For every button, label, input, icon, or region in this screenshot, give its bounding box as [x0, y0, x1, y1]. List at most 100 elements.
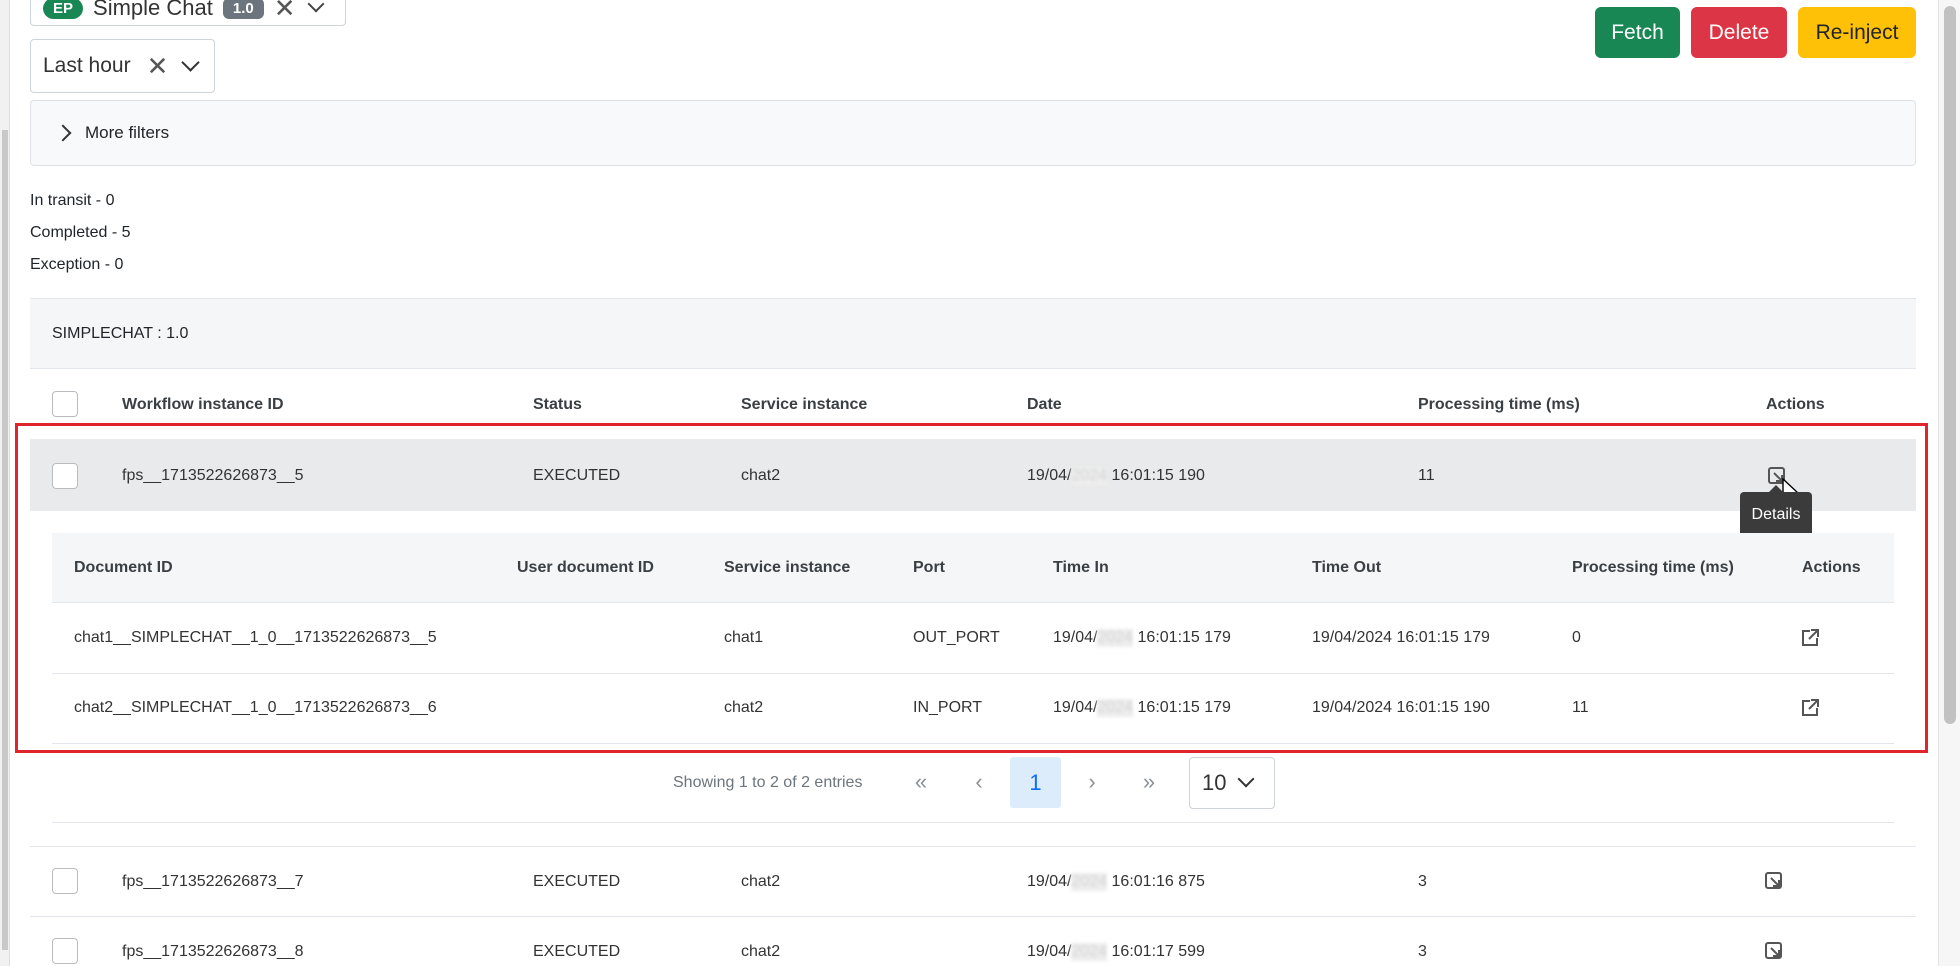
time-in-year-redacted: 2024: [1097, 699, 1134, 717]
row-date-year-redacted: 2024: [1071, 943, 1108, 961]
page-scroll-edge: [0, 0, 10, 966]
details-icon[interactable]: [1764, 871, 1784, 891]
workflow-instance-id: fps__1713522626873__7: [122, 873, 304, 890]
table-row[interactable]: [30, 439, 1916, 511]
row-processing-time: 3: [1418, 873, 1427, 890]
row-date-prefix: 19/04/: [1027, 943, 1072, 960]
row-date: 19/04/2024 16:01:15 190: [1027, 467, 1205, 485]
workflow-name: Simple Chat: [93, 0, 213, 20]
vertical-scrollbar-thumb[interactable]: [1944, 6, 1956, 724]
workflow-version-badge: 1.0: [222, 0, 264, 19]
workflow-instance-id: fps__1713522626873__5: [122, 467, 304, 484]
row-processing-time: 3: [1418, 943, 1427, 960]
doc-col-service-instance[interactable]: Service instance: [724, 559, 850, 577]
row-date-suffix: 16:01:16 875: [1107, 873, 1205, 890]
external-link-icon[interactable]: [1800, 698, 1820, 718]
doc-col-port[interactable]: Port: [913, 559, 945, 577]
doc-col-time-out[interactable]: Time Out: [1312, 559, 1381, 577]
doc-col-document-id[interactable]: Document ID: [74, 559, 173, 577]
doc-col-actions: Actions: [1802, 559, 1861, 576]
col-status[interactable]: Status: [533, 396, 582, 414]
row-date: 19/04/2024 16:01:17 599: [1027, 943, 1205, 961]
external-link-icon[interactable]: [1800, 628, 1820, 648]
row-date-year-redacted: 2024: [1071, 873, 1108, 891]
col-processing-time[interactable]: Processing time (ms): [1418, 396, 1580, 414]
document-processing-time: 0: [1572, 629, 1581, 646]
more-filters-toggle[interactable]: More filters: [30, 100, 1916, 166]
chevron-down-icon: [1237, 770, 1255, 788]
doc-col-user-document-id[interactable]: User document ID: [517, 559, 654, 577]
time-in-year-redacted: 2024: [1097, 629, 1134, 647]
select-all-checkbox[interactable]: [52, 391, 78, 417]
row-status: EXECUTED: [533, 943, 621, 960]
row-service-instance: chat2: [741, 943, 781, 960]
row-processing-time: 11: [1418, 467, 1435, 484]
details-icon[interactable]: [1764, 941, 1784, 961]
chevron-down-icon[interactable]: [307, 0, 325, 13]
document-time-in: 19/04/2024 16:01:15 179: [1053, 629, 1231, 647]
document-id: chat1__SIMPLECHAT__1_0__1713522626873__5: [74, 629, 437, 646]
next-page-button[interactable]: ›: [1077, 768, 1107, 796]
document-port: IN_PORT: [913, 699, 983, 716]
document-service-instance: chat1: [724, 629, 764, 646]
row-date-suffix: 16:01:17 599: [1107, 943, 1205, 960]
document-time-in: 19/04/2024 16:01:15 179: [1053, 699, 1231, 717]
divider: [30, 916, 1916, 917]
document-service-instance: chat2: [724, 699, 764, 716]
clear-workflow-icon[interactable]: ✕: [274, 0, 296, 24]
document-time-out: 19/04/2024 16:01:15 179: [1312, 629, 1490, 646]
fetch-button[interactable]: Fetch: [1595, 7, 1680, 58]
more-filters-label: More filters: [85, 123, 170, 142]
row-date-year-redacted: 2024: [1071, 467, 1108, 485]
row-date-prefix: 19/04/: [1027, 467, 1072, 484]
stat-completed: Completed - 5: [30, 224, 131, 241]
doc-col-processing-time[interactable]: Processing time (ms): [1572, 559, 1734, 577]
chevron-down-icon[interactable]: [181, 52, 201, 72]
workflow-instance-id: fps__1713522626873__8: [122, 943, 304, 960]
delete-button[interactable]: Delete: [1691, 7, 1787, 58]
row-service-instance: chat2: [741, 467, 781, 484]
col-actions: Actions: [1766, 396, 1825, 413]
workflow-badge: EP: [43, 0, 84, 19]
time-range-filter[interactable]: Last hour ✕: [30, 39, 215, 93]
first-page-button[interactable]: «: [906, 768, 936, 796]
stat-in-transit: In transit - 0: [30, 192, 115, 209]
time-in-prefix: 19/04/: [1053, 699, 1098, 716]
divider: [30, 846, 1916, 847]
row-checkbox[interactable]: [52, 868, 78, 894]
divider: [52, 822, 1894, 823]
row-checkbox[interactable]: [52, 938, 78, 964]
document-port: OUT_PORT: [913, 629, 1000, 646]
col-date[interactable]: Date: [1027, 396, 1062, 414]
vertical-scrollbar[interactable]: [1938, 0, 1960, 966]
clear-time-range-icon[interactable]: ✕: [147, 51, 169, 82]
time-in-suffix: 16:01:15 179: [1133, 699, 1231, 716]
stat-exception: Exception - 0: [30, 256, 124, 273]
row-divider: [52, 743, 1894, 744]
col-workflow-instance-id[interactable]: Workflow instance ID: [122, 396, 284, 414]
document-processing-time: 11: [1572, 699, 1589, 716]
row-service-instance: chat2: [741, 873, 781, 890]
details-tooltip: Details: [1740, 485, 1812, 538]
pagination-summary: Showing 1 to 2 of 2 entries: [673, 774, 863, 791]
prev-page-button[interactable]: ‹: [964, 768, 994, 796]
time-range-value: Last hour: [43, 54, 131, 77]
time-in-prefix: 19/04/: [1053, 629, 1098, 646]
document-id: chat2__SIMPLECHAT__1_0__1713522626873__6: [74, 699, 437, 716]
doc-col-time-in[interactable]: Time In: [1053, 559, 1109, 577]
current-page-button[interactable]: 1: [1010, 757, 1061, 808]
row-date-suffix: 16:01:15 190: [1107, 467, 1205, 484]
reinject-button[interactable]: Re-inject: [1798, 7, 1916, 58]
row-date-prefix: 19/04/: [1027, 873, 1072, 890]
page-size-value: 10: [1202, 770, 1227, 795]
last-page-button[interactable]: »: [1134, 768, 1164, 796]
panel-title: SIMPLECHAT : 1.0: [30, 298, 1916, 369]
page-scroll-edge-thumb: [2, 130, 8, 950]
row-divider: [52, 673, 1894, 674]
document-time-out: 19/04/2024 16:01:15 190: [1312, 699, 1490, 716]
page-size-select[interactable]: 10: [1189, 757, 1275, 809]
row-checkbox[interactable]: [52, 463, 78, 489]
workflow-filter[interactable]: EP Simple Chat 1.0 ✕: [30, 0, 346, 26]
col-service-instance[interactable]: Service instance: [741, 396, 867, 414]
chevron-right-icon: [54, 124, 72, 142]
